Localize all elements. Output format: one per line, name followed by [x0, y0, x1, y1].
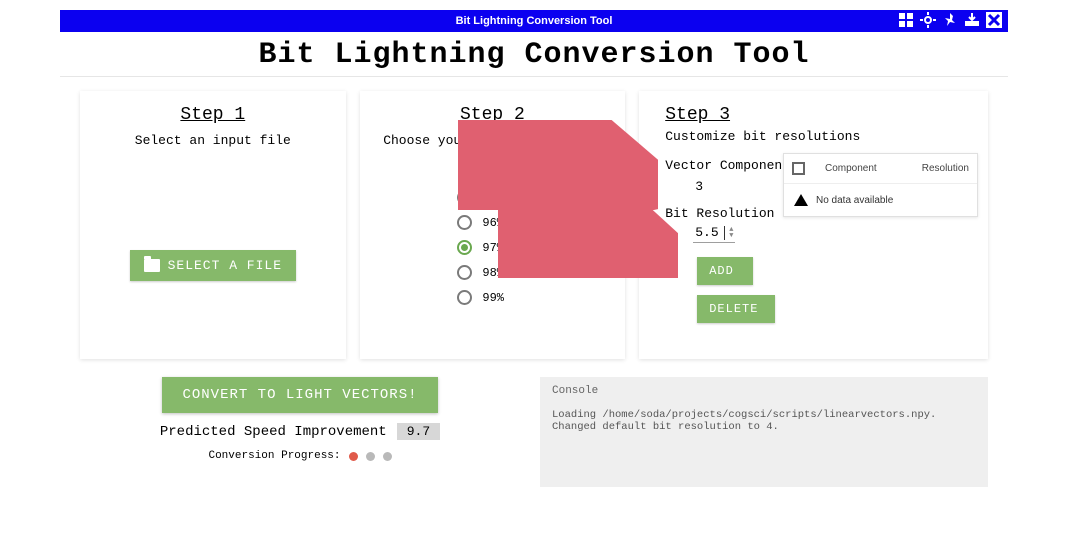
delete-button[interactable]: DELETE	[697, 295, 775, 323]
steps-row: Step 1 Select an input file SELECT A FIL…	[0, 91, 1068, 359]
console-title: Console	[552, 385, 976, 397]
radio-label: 97%	[482, 241, 504, 255]
progress-dot-2	[366, 452, 375, 461]
divider	[60, 76, 1008, 77]
progress-dot-3	[383, 452, 392, 461]
folder-icon	[144, 259, 160, 272]
resolution-table: Component Resolution No data available	[783, 153, 978, 217]
close-icon[interactable]	[986, 12, 1002, 31]
bit-resolution-input[interactable]	[695, 225, 723, 240]
radio-label: 98%	[482, 266, 504, 280]
titlebar-controls	[898, 12, 1002, 31]
progress-dot-1	[349, 452, 358, 461]
console-line: Changed default bit resolution to 4.	[552, 421, 976, 433]
progress-row: Conversion Progress:	[208, 450, 391, 462]
radio-label: 94%	[482, 191, 504, 205]
delete-label: DELETE	[709, 302, 758, 316]
step1-title: Step 1	[94, 105, 332, 125]
card-step3: Step 3 Customize bit resolutions Vector …	[639, 91, 988, 359]
select-all-checkbox[interactable]	[792, 162, 805, 175]
add-label: ADD	[709, 264, 734, 278]
speed-value: 9.7	[397, 423, 440, 440]
table-empty-row: No data available	[784, 184, 977, 216]
text-cursor	[724, 226, 725, 240]
accuracy-option-94[interactable]: 94%	[457, 190, 527, 205]
bit-resolution-input-wrap[interactable]: ▲ ▼	[693, 225, 735, 243]
tray-icon[interactable]	[964, 12, 980, 31]
footer-left: CONVERT TO LIGHT VECTORS! Predicted Spee…	[80, 377, 520, 487]
step3-subtitle: Customize bit resolutions	[653, 129, 974, 144]
step1-subtitle: Select an input file	[94, 133, 332, 148]
progress-label: Conversion Progress:	[208, 450, 340, 462]
radio-icon	[457, 265, 472, 280]
select-file-button[interactable]: SELECT A FILE	[130, 250, 296, 281]
select-file-label: SELECT A FILE	[168, 258, 282, 273]
radio-icon	[457, 190, 472, 205]
convert-button[interactable]: CONVERT TO LIGHT VECTORS!	[162, 377, 437, 413]
accuracy-option-97[interactable]: 97%	[457, 240, 527, 255]
radio-label: 99%	[482, 291, 504, 305]
card-step1: Step 1 Select an input file SELECT A FIL…	[80, 91, 346, 359]
step3-title: Step 3	[653, 105, 974, 125]
convert-label: CONVERT TO LIGHT VECTORS!	[182, 387, 417, 403]
speed-label: Predicted Speed Improvement	[160, 424, 387, 440]
card-step2: Step 2 Choose your desired accuracy 94% …	[360, 91, 626, 359]
step2-subtitle: Choose your desired accuracy	[374, 133, 612, 148]
number-spinner[interactable]: ▲ ▼	[729, 227, 733, 239]
pin-icon[interactable]	[942, 12, 958, 31]
warning-icon	[794, 194, 808, 206]
console-panel: Console Loading /home/soda/projects/cogs…	[540, 377, 988, 487]
radio-icon	[457, 215, 472, 230]
radio-label: 96%	[482, 216, 504, 230]
footer: CONVERT TO LIGHT VECTORS! Predicted Spee…	[0, 377, 1068, 487]
spinner-down-icon[interactable]: ▼	[729, 233, 733, 239]
console-line: Loading /home/soda/projects/cogsci/scrip…	[552, 409, 976, 421]
step2-title: Step 2	[374, 105, 612, 125]
accuracy-option-99[interactable]: 99%	[457, 290, 527, 305]
window-titlebar: Bit Lightning Conversion Tool	[60, 10, 1008, 32]
col-resolution: Resolution	[922, 163, 969, 174]
add-button[interactable]: ADD	[697, 257, 753, 285]
speed-row: Predicted Speed Improvement 9.7	[160, 423, 440, 440]
target-icon[interactable]	[920, 12, 936, 31]
window-title: Bit Lightning Conversion Tool	[456, 15, 613, 27]
radio-icon	[457, 240, 472, 255]
accuracy-option-96[interactable]: 96%	[457, 215, 527, 230]
page-title: Bit Lightning Conversion Tool	[0, 38, 1068, 72]
accuracy-radio-group: 94% 96% 97% 98% 99%	[374, 190, 612, 305]
grid-icon[interactable]	[898, 12, 914, 31]
col-component: Component	[825, 163, 877, 174]
radio-icon	[457, 290, 472, 305]
accuracy-option-98[interactable]: 98%	[457, 265, 527, 280]
table-header: Component Resolution	[784, 154, 977, 184]
table-empty-text: No data available	[816, 195, 893, 206]
